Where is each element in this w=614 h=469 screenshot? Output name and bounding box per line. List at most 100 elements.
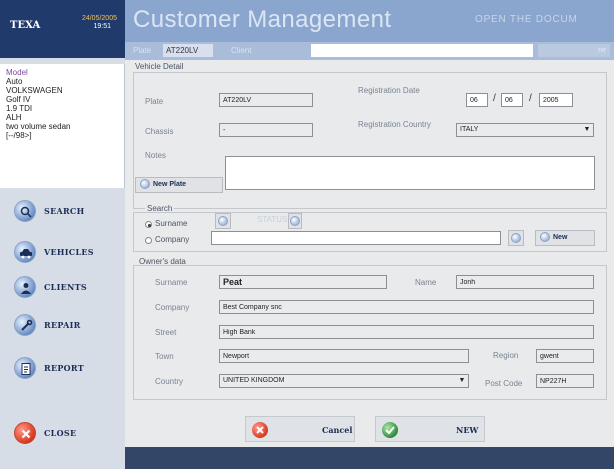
- chevron-down-icon: ▼: [583, 126, 591, 133]
- add-icon: [140, 179, 150, 190]
- cancel-label: Cancel: [322, 425, 353, 435]
- plate-label: Plate: [145, 97, 164, 106]
- surname-field[interactable]: [219, 275, 387, 289]
- date-separator: /: [493, 93, 496, 104]
- surname-label: Surname: [155, 278, 188, 287]
- postcode-label: Post Code: [485, 379, 523, 388]
- registration-year-field[interactable]: [539, 93, 573, 107]
- street-field[interactable]: [219, 325, 594, 339]
- car-icon: [14, 241, 36, 263]
- main-panel: Vehicle Detail Plate Registration Date /…: [125, 60, 614, 447]
- nav-vehicles-button[interactable]: VEHICLES: [8, 237, 118, 267]
- model-line: 1.9 TDI: [6, 104, 33, 113]
- texa-logo: TEXA: [10, 20, 41, 31]
- model-label: Model: [6, 68, 28, 77]
- model-line: ALH: [6, 113, 22, 122]
- subheader-plate-label: Plate: [133, 46, 152, 55]
- open-document-link[interactable]: OPEN THE DOCUM: [475, 14, 578, 25]
- dot-icon: [290, 216, 300, 227]
- company-option-label: Company: [155, 235, 190, 244]
- company-field[interactable]: [219, 300, 594, 314]
- search-go-button[interactable]: [508, 230, 524, 246]
- vehicle-detail-heading: Vehicle Detail: [135, 62, 184, 71]
- registration-day-field[interactable]: [466, 93, 488, 107]
- new-button[interactable]: NEW: [375, 416, 485, 442]
- registration-country-select[interactable]: ITALY ▼: [456, 123, 594, 137]
- model-line: two volume sedan: [6, 122, 71, 131]
- nav-clients-label: CLIENTS: [44, 282, 87, 292]
- nav-repair-button[interactable]: REPAIR: [8, 310, 118, 340]
- close-button[interactable]: CLOSE: [8, 418, 118, 448]
- add-icon: [540, 232, 550, 243]
- dot-icon: [218, 216, 228, 227]
- subheader-plate-value: AT220LV: [163, 44, 213, 57]
- cancel-button[interactable]: Cancel: [245, 416, 355, 442]
- region-field[interactable]: [536, 349, 594, 363]
- nav-search-button[interactable]: SEARCH: [8, 196, 118, 226]
- model-line: Auto: [6, 77, 23, 86]
- status-option-button[interactable]: [288, 213, 302, 229]
- new-search-label: New: [553, 234, 568, 241]
- search-option-button[interactable]: [215, 213, 231, 229]
- close-icon: [14, 422, 36, 444]
- subheader-client-label: Client: [231, 46, 252, 55]
- registration-country-label: Registration Country: [358, 120, 431, 129]
- nav-clients-button[interactable]: CLIENTS: [8, 272, 118, 302]
- subheader-right-button[interactable]: ne: [538, 44, 610, 57]
- nav-report-button[interactable]: REPORT: [8, 353, 118, 383]
- subheader: Plate AT220LV Client ne: [125, 42, 614, 60]
- new-search-button[interactable]: New: [535, 230, 595, 246]
- current-time: 19:51: [93, 23, 111, 30]
- model-line: [--/98>]: [6, 131, 32, 140]
- registration-date-label: Registration Date: [358, 86, 420, 95]
- model-line: VOLKSWAGEN: [6, 86, 63, 95]
- town-label: Town: [155, 352, 174, 361]
- new-plate-label: New Plate: [153, 181, 187, 188]
- footer-bar: [125, 447, 614, 469]
- page-title: Customer Management: [133, 6, 392, 33]
- surname-radio[interactable]: [145, 221, 152, 228]
- notes-label: Notes: [145, 151, 166, 160]
- nav-report-label: REPORT: [44, 363, 84, 373]
- subheader-client-value: [311, 44, 533, 57]
- close-label: CLOSE: [44, 428, 77, 438]
- country-value: UNITED KINGDOM: [223, 377, 285, 384]
- checkmark-icon: [382, 422, 398, 438]
- notes-field[interactable]: [225, 156, 595, 190]
- company-label: Company: [155, 303, 190, 312]
- company-radio[interactable]: [145, 237, 152, 244]
- registration-country-value: ITALY: [460, 126, 479, 133]
- nav-vehicles-label: VEHICLES: [44, 247, 94, 257]
- postcode-field[interactable]: [536, 374, 594, 388]
- chevron-down-icon: ▼: [458, 377, 466, 384]
- wrench-icon: [14, 314, 36, 336]
- new-plate-button[interactable]: New Plate: [135, 177, 223, 193]
- current-date: 24/05/2005: [81, 15, 117, 22]
- country-select[interactable]: UNITED KINGDOM ▼: [219, 374, 469, 388]
- surname-option-label: Surname: [155, 219, 188, 228]
- status-faded-label: STATUS: [257, 215, 288, 224]
- sidebar: TEXA 24/05/2005 19:51 Model Auto VOLKSWA…: [0, 0, 125, 469]
- region-label: Region: [493, 351, 519, 360]
- brand-bar: TEXA 24/05/2005 19:51: [0, 0, 125, 58]
- street-label: Street: [155, 328, 177, 337]
- name-label: Name: [415, 278, 437, 287]
- model-info-panel: Model Auto VOLKSWAGEN Golf IV 1.9 TDI AL…: [0, 64, 125, 188]
- country-label: Country: [155, 377, 184, 386]
- chassis-label: Chassis: [145, 127, 174, 136]
- document-icon: [14, 357, 36, 379]
- registration-month-field[interactable]: [501, 93, 523, 107]
- search-input[interactable]: [211, 231, 501, 245]
- search-icon: [14, 200, 36, 222]
- chassis-field[interactable]: [219, 123, 313, 137]
- name-field[interactable]: [456, 275, 594, 289]
- nav-repair-label: REPAIR: [44, 320, 81, 330]
- model-line: Golf IV: [6, 95, 31, 104]
- new-label: NEW: [456, 425, 479, 435]
- date-separator: /: [529, 93, 532, 104]
- user-icon: [14, 276, 36, 298]
- town-field[interactable]: [219, 349, 469, 363]
- plate-field[interactable]: [219, 93, 313, 107]
- nav-search-label: SEARCH: [44, 206, 85, 216]
- search-icon: [511, 233, 521, 244]
